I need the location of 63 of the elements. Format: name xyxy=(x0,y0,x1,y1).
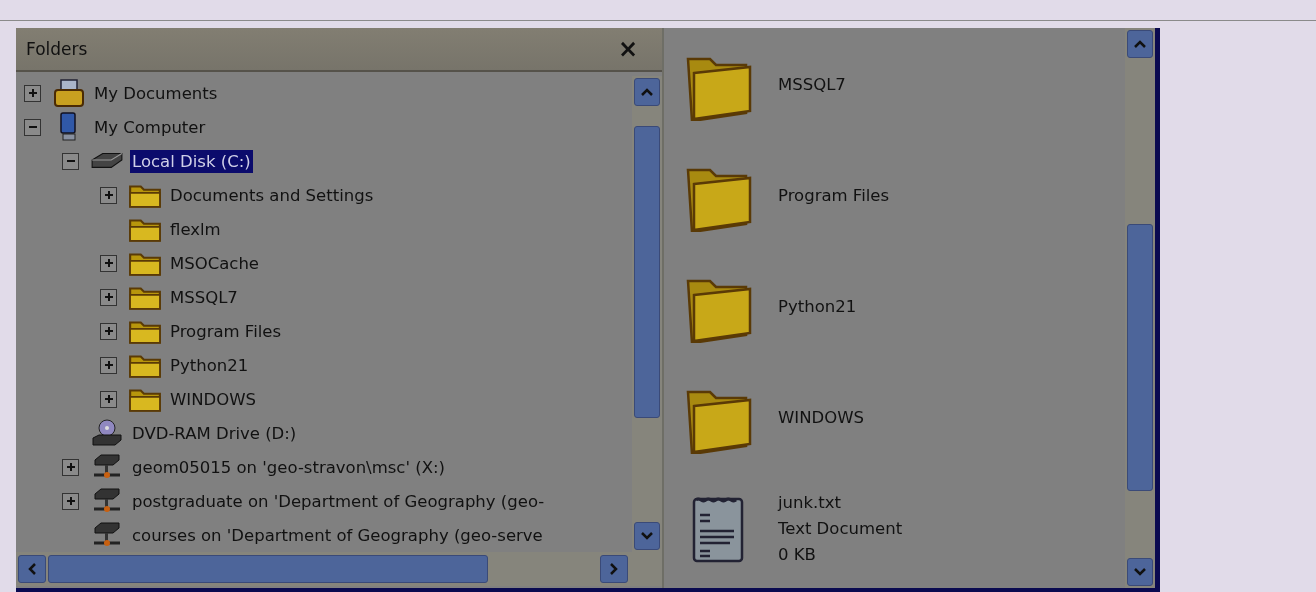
tree-item[interactable]: Program Files xyxy=(168,319,284,343)
expand-toggle[interactable] xyxy=(62,492,79,510)
scrollbar-thumb[interactable] xyxy=(634,126,660,418)
tree-item[interactable]: WINDOWS xyxy=(168,387,258,411)
expand-toggle[interactable] xyxy=(100,186,117,204)
file-name: MSSQL7 xyxy=(778,73,846,96)
expand-toggle[interactable] xyxy=(62,458,79,476)
plus-icon xyxy=(102,359,115,371)
chevron-down-icon xyxy=(640,531,654,541)
file-name: junk.txt xyxy=(778,491,842,514)
expand-toggle[interactable] xyxy=(100,254,117,272)
chevron-down-icon xyxy=(1133,567,1147,577)
plus-icon xyxy=(102,189,115,201)
tree-item[interactable]: MSOCache xyxy=(168,251,261,275)
tree-item[interactable]: Documents and Settings xyxy=(168,183,376,207)
tree-item[interactable]: Python21 xyxy=(168,353,251,377)
plus-icon xyxy=(102,257,115,269)
file-name: WINDOWS xyxy=(778,406,864,429)
pane-title: Folders xyxy=(26,39,88,59)
plus-icon xyxy=(64,495,77,507)
expand-toggle[interactable] xyxy=(24,84,41,102)
scrollbar-thumb[interactable] xyxy=(1127,224,1153,491)
tree-item[interactable]: MSSQL7 xyxy=(168,285,240,309)
disc-drive-icon xyxy=(90,418,124,448)
vertical-scrollbar[interactable] xyxy=(632,76,662,552)
expand-toggle[interactable] xyxy=(100,390,117,408)
chevron-left-icon xyxy=(27,562,37,576)
scroll-up-button[interactable] xyxy=(1127,30,1153,58)
tree-item[interactable]: DVD-RAM Drive (D:) xyxy=(130,421,299,445)
scroll-down-button[interactable] xyxy=(1127,558,1153,586)
tree-item[interactable]: courses on 'Department of Geography (geo-serve xyxy=(130,523,545,547)
expand-toggle[interactable] xyxy=(62,152,79,170)
scroll-up-button[interactable] xyxy=(634,78,660,106)
expand-toggle[interactable] xyxy=(100,288,117,306)
documents-icon xyxy=(52,78,86,108)
tree-item[interactable]: postgraduate on 'Department of Geography (geo- xyxy=(130,489,547,513)
tree-item[interactable]: My Computer xyxy=(92,115,208,139)
file-type: Text Document xyxy=(778,517,903,540)
scroll-down-button[interactable] xyxy=(634,522,660,550)
plus-icon xyxy=(64,461,77,473)
tree-item[interactable]: flexlm xyxy=(168,217,223,241)
tree-item[interactable]: geom05015 on 'geo-stravon\msc' (X:) xyxy=(130,455,447,479)
close-button[interactable]: × xyxy=(603,35,652,63)
plus-icon xyxy=(102,325,115,337)
file-name: Python21 xyxy=(778,295,857,318)
chevron-up-icon xyxy=(1133,39,1147,49)
plus-icon xyxy=(102,393,115,405)
expand-toggle[interactable] xyxy=(100,322,117,340)
expand-toggle[interactable] xyxy=(24,118,41,136)
file-size: 0 KB xyxy=(778,543,817,566)
tree-item[interactable]: My Documents xyxy=(92,81,220,105)
plus-icon xyxy=(26,87,39,99)
tree-item[interactable]: Local Disk (C:) xyxy=(130,149,253,173)
scroll-left-button[interactable] xyxy=(18,555,46,583)
vertical-scrollbar[interactable] xyxy=(1125,28,1155,588)
chevron-up-icon xyxy=(640,87,654,97)
horizontal-scrollbar[interactable] xyxy=(16,552,662,586)
chevron-right-icon xyxy=(609,562,619,576)
file-name: Program Files xyxy=(778,184,890,207)
plus-icon xyxy=(102,291,115,303)
scroll-right-button[interactable] xyxy=(600,555,628,583)
expand-toggle[interactable] xyxy=(100,356,117,374)
scrollbar-thumb[interactable] xyxy=(48,555,488,583)
